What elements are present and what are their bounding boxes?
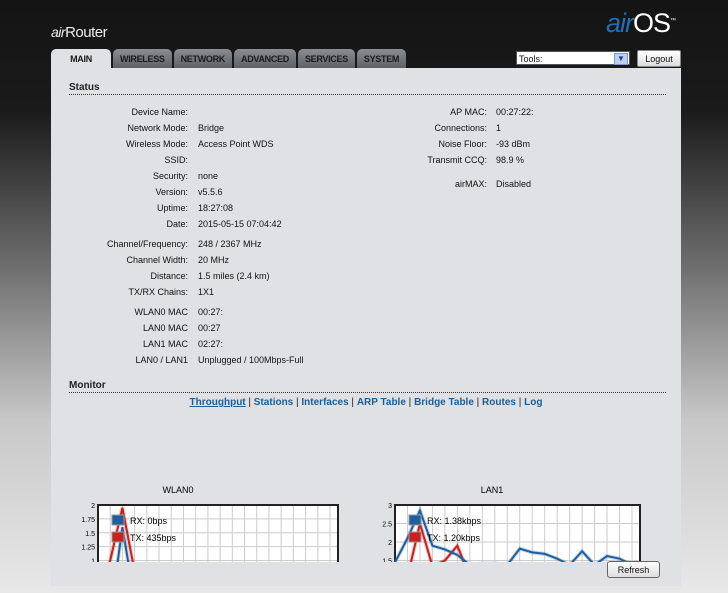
status-value: 02:27: [198, 339, 224, 349]
status-label: Uptime: [156, 203, 188, 213]
status-label: WLAN0 MAC [134, 307, 188, 317]
main-tabs: MAIN WIRELESS NETWORK ADVANCED SERVICES SYSTE… [51, 49, 408, 68]
airrouter-logo: airRouter [51, 24, 108, 41]
monitor-title: Monitor [69, 380, 666, 393]
status-value: 1 [496, 123, 502, 133]
status-row: AP MAC: 00:27:22: [51, 107, 681, 121]
status-row: Date: 2015-05-15 07:04:42 [51, 219, 681, 233]
status-label: Channel/Frequency: [106, 239, 188, 249]
airos-logo: airOS™ [606, 8, 676, 38]
refresh-button[interactable]: Refresh [607, 561, 660, 578]
y-tick-label: 2 [91, 503, 95, 510]
status-row: Uptime: 18:27:08 [51, 203, 681, 217]
status-value: 00:27 [198, 323, 221, 333]
status-row: LAN0 MAC 00:27 [51, 323, 681, 337]
monitor-link-log[interactable]: Log [524, 397, 542, 408]
monitor-link-routes[interactable]: Routes [482, 397, 516, 408]
main-panel: Status Device Name: Network Mode: Bridge Wi… [51, 68, 681, 586]
monitor-links: Throughput | Stations | Interfaces | ARP… [189, 397, 543, 408]
status-label: Channel Width: [126, 255, 188, 265]
monitor-link-throughput[interactable]: Throughput [190, 397, 246, 408]
tab-network[interactable]: NETWORK [173, 49, 233, 68]
legend-swatch-rx [408, 514, 422, 526]
status-row: WLAN0 MAC 00:27: [51, 307, 681, 321]
status-title: Status [69, 82, 666, 95]
status-value: 00:27:22: [496, 107, 534, 117]
status-label: TX/RX Chains: [128, 287, 188, 297]
status-row: Channel Width: 20 MHz [51, 255, 681, 269]
status-row: Transmit CCQ: 98.9 % [51, 155, 681, 169]
status-row: TX/RX Chains: 1X1 [51, 287, 681, 301]
status-row: LAN1 MAC 02:27: [51, 339, 681, 353]
tab-main[interactable]: MAIN [51, 49, 111, 68]
status-label: Connections: [434, 123, 487, 133]
status-label: LAN1 MAC [142, 339, 188, 349]
status-value: 2015-05-15 07:04:42 [198, 219, 282, 229]
y-tick-label: 3 [388, 503, 392, 510]
status-value: 18:27:08 [198, 203, 234, 213]
status-label: Transmit CCQ: [427, 155, 487, 165]
status-label: LAN0 / LAN1 [135, 355, 188, 365]
status-label: Noise Floor: [438, 139, 487, 149]
status-value: 1.5 miles (2.4 km) [198, 271, 270, 281]
status-label: LAN0 MAC [142, 323, 188, 333]
status-value: 248 / 2367 MHz [198, 239, 262, 249]
status-row: airMAX: Disabled [51, 179, 681, 193]
legend-label-rx: RX: 0bps [130, 516, 168, 526]
legend-swatch-tx [408, 531, 422, 543]
logout-button[interactable]: Logout [637, 50, 681, 67]
monitor-link-arp-table[interactable]: ARP Table [357, 397, 406, 408]
status-value: 20 MHz [198, 255, 230, 265]
y-tick-label: 1.25 [81, 545, 95, 552]
status-value: 98.9 % [496, 155, 525, 165]
legend-swatch-tx [111, 531, 125, 543]
status-label: Distance: [150, 271, 188, 281]
tab-services[interactable]: SERVICES [297, 49, 355, 68]
monitor-link-interfaces[interactable]: Interfaces [301, 397, 348, 408]
status-value: -93 dBm [496, 139, 531, 149]
tab-system[interactable]: SYSTEM [356, 49, 407, 68]
chevron-down-icon[interactable]: ▼ [614, 53, 628, 65]
y-tick-label: 1.75 [81, 517, 95, 524]
y-tick-label: 2 [388, 540, 392, 547]
status-row: LAN0 / LAN1 Unplugged / 100Mbps-Full [51, 355, 681, 369]
status-row: Distance: 1.5 miles (2.4 km) [51, 271, 681, 285]
y-tick-label: 2.5 [382, 522, 392, 529]
monitor-link-stations[interactable]: Stations [254, 397, 293, 408]
monitor-link-bridge-table[interactable]: Bridge Table [414, 397, 474, 408]
tools-select[interactable]: Tools: ▼ [516, 51, 630, 65]
status-label: Date: [166, 219, 188, 229]
status-label: airMAX: [454, 179, 487, 189]
legend-label-rx: RX: 1.38kbps [427, 516, 482, 526]
legend-swatch-rx [111, 514, 125, 526]
tab-advanced[interactable]: ADVANCED [234, 49, 296, 68]
y-tick-label: 1.5 [85, 531, 95, 538]
chart-title: WLAN0 [162, 485, 193, 495]
y-tick-label: 1 [91, 559, 95, 563]
legend-label-tx: TX: 1.20kbps [427, 533, 481, 543]
tools-label: Tools: [519, 54, 543, 64]
throughput-charts: WLAN0kbps 00.250.50.7511.251.51.752RX: 0… [81, 485, 641, 563]
status-value: Disabled [496, 179, 532, 189]
status-value: 1X1 [198, 287, 215, 297]
legend-label-tx: TX: 435bps [130, 533, 177, 543]
status-row: Connections: 1 [51, 123, 681, 137]
status-row: Noise Floor: -93 dBm [51, 139, 681, 153]
status-value: 00:27: [198, 307, 224, 317]
tab-wireless[interactable]: WIRELESS [113, 49, 172, 68]
status-value: Unplugged / 100Mbps-Full [198, 355, 304, 365]
chart-title: LAN1 [481, 485, 504, 495]
status-label: AP MAC: [450, 107, 487, 117]
y-tick-label: 1.5 [382, 559, 392, 563]
status-row: Channel/Frequency: 248 / 2367 MHz [51, 239, 681, 253]
